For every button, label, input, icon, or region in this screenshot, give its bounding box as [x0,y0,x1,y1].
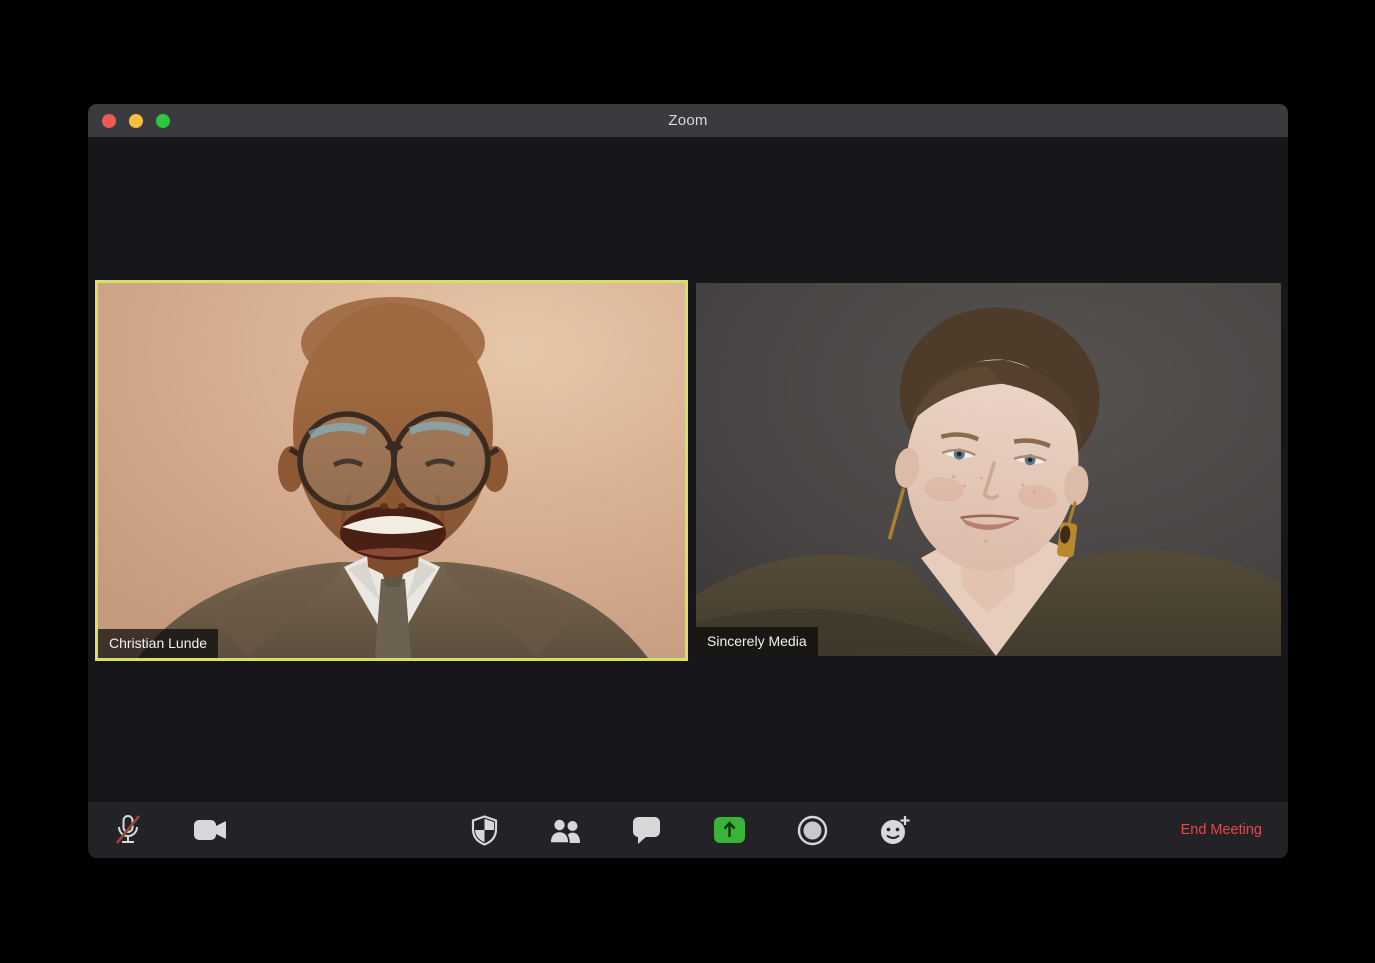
share-screen-button[interactable] [712,812,746,848]
mute-button[interactable] [111,812,145,848]
share-screen-icon [713,817,745,843]
zoom-window: Zoom Christian Lunde Sincerely Media End… [88,104,1288,858]
minimize-window-icon[interactable] [129,113,143,128]
chat-button[interactable] [630,812,664,848]
reactions-button[interactable] [878,812,912,848]
titlebar[interactable]: Zoom [88,104,1288,137]
portrait-man-smiling [98,283,685,658]
video-stage: Christian Lunde Sincerely Media [88,137,1288,802]
chat-icon [633,816,660,844]
participants-button[interactable] [549,812,583,848]
video-tile-sincerely-media[interactable]: Sincerely Media [696,283,1281,656]
end-meeting-button[interactable]: End Meeting [1181,802,1262,858]
window-title: Zoom [668,112,708,129]
fullscreen-window-icon[interactable] [156,113,170,128]
security-shield-icon [471,814,497,846]
portrait-woman-short-hair [696,283,1281,656]
participant-name-tag: Sincerely Media [696,627,818,656]
video-button[interactable] [193,812,227,848]
participants-icon [549,817,580,843]
security-button[interactable] [467,812,501,848]
microphone-muted-icon [115,815,141,844]
video-tile-christian-lunde[interactable]: Christian Lunde [95,280,688,661]
close-window-icon[interactable] [102,113,116,128]
reactions-icon [881,816,910,844]
participant-name-tag: Christian Lunde [98,629,219,658]
video-camera-icon [194,820,226,840]
record-icon [797,815,827,845]
meeting-toolbar: End Meeting [88,802,1288,858]
record-button[interactable] [795,812,829,848]
traffic-lights [102,104,170,137]
